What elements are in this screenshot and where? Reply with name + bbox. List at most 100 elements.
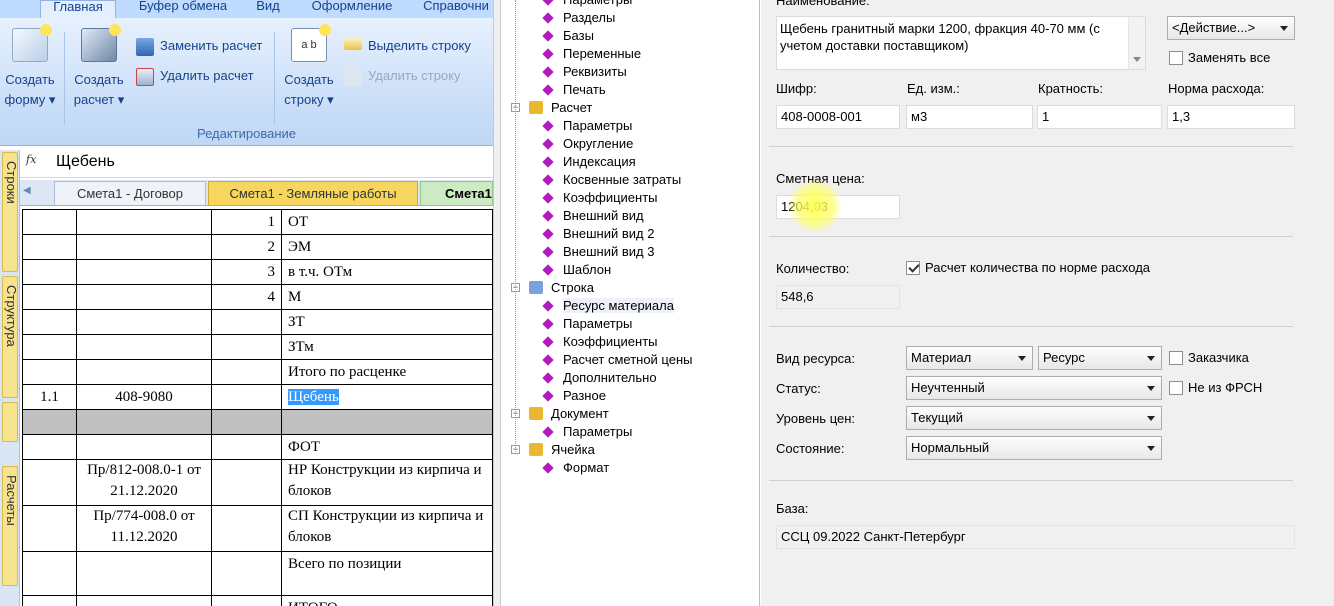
table-cell[interactable] [76,434,212,460]
action-dropdown[interactable]: <Действие...> [1167,16,1295,40]
table-cell[interactable] [22,234,77,260]
table-cell[interactable] [211,409,282,435]
tree-group[interactable]: Строка [529,279,594,297]
tree-item[interactable]: Переменные [542,45,641,63]
replace-calc-button[interactable]: Заменить расчет [136,36,262,56]
tree-item[interactable]: Косвенные затраты [542,171,681,189]
tree-item[interactable]: Формат [542,459,609,477]
tree-item[interactable]: Разное [542,387,606,405]
table-cell[interactable]: ЗТ [281,309,493,335]
table-cell[interactable] [211,459,282,506]
tree-group[interactable]: Расчет [529,99,592,117]
pane-splitter[interactable] [493,0,501,606]
tab-main[interactable]: Главная [40,0,116,18]
table-row[interactable]: 2 ЭМ [22,234,493,260]
fx-icon[interactable]: fx [26,153,44,171]
table-cell[interactable] [211,595,282,606]
tree-item[interactable]: Внешний вид 3 [542,243,654,261]
tree-item[interactable]: Базы [542,27,594,45]
table-cell[interactable] [211,309,282,335]
tree-item[interactable]: Параметры [542,117,632,135]
tree-item[interactable]: Реквизиты [542,63,627,81]
tree-item[interactable]: Печать [542,81,606,99]
table-cell[interactable]: в т.ч. ОТм [281,259,493,285]
table-cell[interactable] [76,234,212,260]
table-cell[interactable] [211,434,282,460]
table-cell[interactable]: Пр/812-008.0-1 от 21.12.2020 [76,459,212,506]
table-cell[interactable] [76,595,212,606]
state-dropdown[interactable]: Нормальный [906,436,1162,460]
name-scrollbar[interactable] [1128,17,1145,69]
table-row[interactable]: ФОТ [22,434,493,460]
replace-all-checkbox[interactable]: Заменять все [1169,49,1270,67]
code-field[interactable]: 408-0008-001 [776,105,900,129]
table-cell[interactable] [22,409,77,435]
table-row[interactable]: ИТОГО [22,595,493,606]
table-cell[interactable] [22,309,77,335]
tree-item[interactable]: Шаблон [542,261,611,279]
table-row[interactable]: 3в т.ч. ОТм [22,259,493,285]
tree-item[interactable]: Коэффициенты [542,333,658,351]
table-cell[interactable] [76,359,212,385]
unit-field[interactable]: м3 [906,105,1033,129]
not-frsn-checkbox[interactable]: Не из ФРСН [1169,379,1262,397]
table-cell[interactable] [22,595,77,606]
table-cell[interactable]: 1.1 [22,384,77,410]
table-row[interactable]: Всего по позиции [22,551,493,596]
sheet-tab-current[interactable]: Смета1 [420,181,493,205]
table-cell[interactable] [76,551,212,596]
table-cell[interactable] [211,334,282,360]
table-cell[interactable] [22,505,77,552]
create-form-button[interactable]: Создать форму ▾ [0,24,60,110]
delete-calc-button[interactable]: Удалить расчет [136,66,254,86]
table-cell[interactable] [211,505,282,552]
table-cell[interactable]: ЭМ [281,234,493,260]
table-row[interactable]: Пр/812-008.0-1 от 21.12.2020 НР Конструкц… [22,459,493,506]
create-calc-button[interactable]: Создать расчет ▾ [68,24,130,110]
table-row[interactable]: 1.1 408-9080 Щебень [22,384,493,410]
tree-item[interactable]: Индексация [542,153,636,171]
table-cell[interactable]: Итого по расценке [281,359,493,385]
qty-by-norm-checkbox[interactable]: Расчет количества по норме расхода [906,259,1150,277]
norm-field[interactable]: 1,3 [1167,105,1295,129]
tree-item[interactable]: Внешний вид 2 [542,225,654,243]
tree-group[interactable]: Ячейка [529,441,595,459]
tree-item[interactable]: Параметры [542,0,632,9]
table-cell[interactable] [22,259,77,285]
table-cell[interactable]: ОТ [281,209,493,235]
tree-item[interactable]: Внешний вид [542,207,644,225]
delete-row-button[interactable]: Удалить строку [344,66,461,86]
name-textarea[interactable]: Щебень гранитный марки 1200, фракция 40-… [776,16,1146,70]
table-cell[interactable] [76,209,212,235]
table-cell[interactable]: 3 [211,259,282,285]
price-level-dropdown[interactable]: Текущий [906,406,1162,430]
tree-item[interactable]: Параметры [542,423,632,441]
sheet-tab-contract[interactable]: Смета1 - Договор [54,181,206,205]
side-tab-calcs[interactable]: Расчеты [2,466,19,586]
table-row[interactable]: Пр/774-008.0 от 11.12.2020 СП Конструкции… [22,505,493,552]
table-cell[interactable]: Всего по позиции [281,551,493,596]
table-cell[interactable] [281,409,493,435]
multiplicity-field[interactable]: 1 [1037,105,1162,129]
select-row-button[interactable]: Выделить строку [344,36,471,56]
table-cell[interactable]: 4 [211,284,282,310]
table-cell[interactable] [211,359,282,385]
tree-item[interactable]: Расчет сметной цены [542,351,693,369]
side-tab-rows[interactable]: Строки [2,152,19,272]
tab-scroll-left-icon[interactable]: ◀ [23,185,33,199]
table-cell[interactable] [22,434,77,460]
table-row[interactable]: ЗТ [22,309,493,335]
table-cell[interactable] [22,334,77,360]
tree-item[interactable]: Коэффициенты [542,189,658,207]
tree-group[interactable]: Документ [529,405,609,423]
price-field[interactable]: 1204,03 [776,195,900,219]
table-cell[interactable] [22,209,77,235]
tree-item[interactable]: Параметры [542,315,632,333]
side-tab-icons[interactable] [2,402,18,442]
resource-dropdown[interactable]: Ресурс [1038,346,1162,370]
table-cell[interactable] [76,284,212,310]
status-dropdown[interactable]: Неучтенный [906,376,1162,400]
table-row[interactable]: ЗТм [22,334,493,360]
table-cell[interactable] [211,384,282,410]
tree-item[interactable]: Округление [542,135,633,153]
